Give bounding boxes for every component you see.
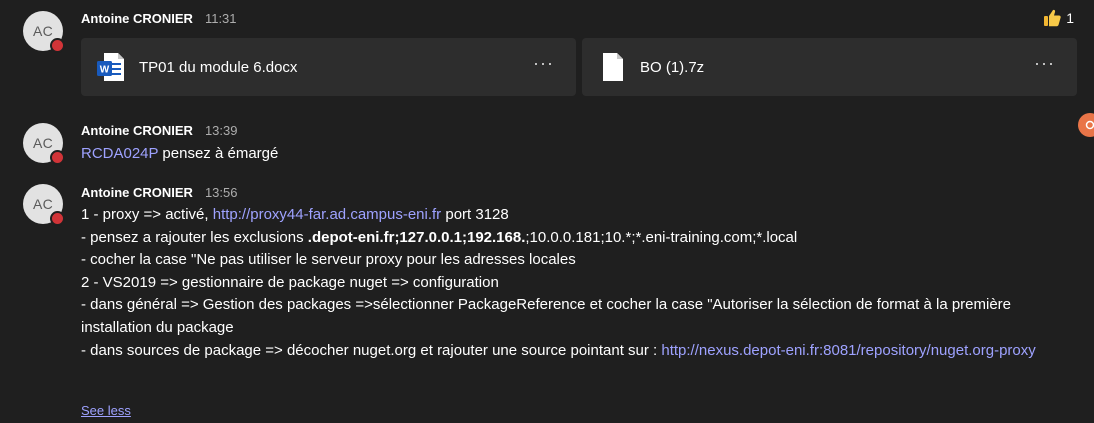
message-body: 1 - proxy => activé, http://proxy44-far.… bbox=[81, 204, 1061, 362]
reaction-thumbs-up[interactable]: 1 bbox=[1042, 8, 1074, 28]
line-4: 2 - VS2019 => gestionnaire de package nu… bbox=[81, 273, 499, 291]
more-options-button[interactable]: ··· bbox=[533, 54, 554, 72]
svg-text:W: W bbox=[100, 65, 110, 76]
timestamp: 11:31 bbox=[204, 11, 237, 26]
reaction-count: 1 bbox=[1066, 10, 1074, 26]
line-1: 1 - proxy => activé, http://proxy44-far.… bbox=[81, 204, 1061, 227]
nexus-link[interactable]: http://nexus.depot-eni.fr:8081/repositor… bbox=[661, 342, 1035, 359]
text: port 3128 bbox=[441, 206, 509, 223]
message-header: Antoine CRONIER 13:39 bbox=[81, 123, 238, 138]
proxy-link[interactable]: http://proxy44-far.ad.campus-eni.fr bbox=[213, 206, 441, 223]
file-icon bbox=[603, 53, 623, 81]
author-name[interactable]: Antoine CRONIER bbox=[81, 11, 193, 26]
text: ;10.0.0.181;10.*;*.eni-training.com;*.lo… bbox=[525, 228, 798, 246]
avatar-initials: AC bbox=[32, 135, 54, 151]
message-body: RCDA024P pensez à émargé bbox=[81, 143, 1061, 166]
message-text: pensez à émargé bbox=[158, 145, 279, 162]
thumbs-up-icon bbox=[1044, 9, 1061, 27]
chat-thread: AC Antoine CRONIER 11:31 1 W TP01 du mod… bbox=[0, 0, 1094, 423]
bold-text: .depot-eni.fr;127.0.0.1;192.168. bbox=[307, 228, 526, 246]
presence-busy-icon bbox=[50, 150, 65, 165]
avatar[interactable]: AC bbox=[23, 123, 65, 165]
file-name[interactable]: BO (1).7z bbox=[640, 59, 704, 76]
more-options-button[interactable]: ··· bbox=[1034, 54, 1055, 72]
side-app-icon[interactable] bbox=[1078, 113, 1094, 137]
file-name[interactable]: TP01 du module 6.docx bbox=[139, 59, 297, 76]
author-name[interactable]: Antoine CRONIER bbox=[81, 123, 193, 138]
timestamp: 13:56 bbox=[204, 185, 238, 200]
presence-busy-icon bbox=[50, 211, 65, 226]
file-card-docx[interactable]: W TP01 du module 6.docx ··· bbox=[81, 38, 576, 96]
text: 1 - proxy => activé, bbox=[81, 206, 213, 223]
avatar[interactable]: AC bbox=[23, 184, 65, 226]
line-3: - cocher la case "Ne pas utiliser le ser… bbox=[81, 251, 576, 269]
author-name[interactable]: Antoine CRONIER bbox=[81, 185, 193, 200]
app-badge-icon bbox=[1085, 120, 1094, 130]
avatar-initials: AC bbox=[32, 23, 54, 39]
mention[interactable]: RCDA024P bbox=[81, 145, 158, 162]
word-doc-icon: W bbox=[97, 53, 124, 81]
text: - dans sources de package => décocher nu… bbox=[81, 341, 662, 359]
line-6: - dans sources de package => décocher nu… bbox=[81, 340, 1061, 363]
line-2: - pensez a rajouter les exclusions .depo… bbox=[81, 227, 1061, 250]
text: - pensez a rajouter les exclusions bbox=[81, 228, 308, 246]
line-5: - dans général => Gestion des packages =… bbox=[81, 296, 1012, 336]
message-header: Antoine CRONIER 13:56 bbox=[81, 185, 238, 200]
message-header: Antoine CRONIER 11:31 bbox=[81, 11, 237, 26]
avatar[interactable]: AC bbox=[23, 11, 65, 53]
presence-busy-icon bbox=[50, 38, 65, 53]
file-card-7z[interactable]: BO (1).7z ··· bbox=[582, 38, 1077, 96]
avatar-initials: AC bbox=[32, 196, 54, 212]
timestamp: 13:39 bbox=[204, 123, 238, 138]
see-less-link[interactable]: See less bbox=[81, 403, 131, 418]
